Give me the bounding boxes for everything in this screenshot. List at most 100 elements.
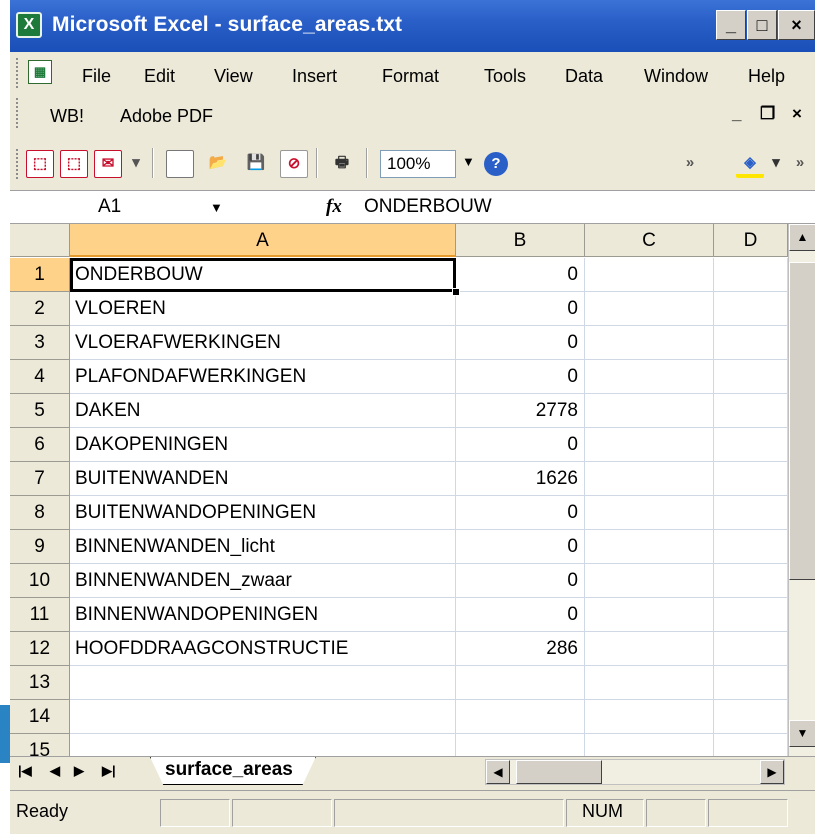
pdf-icon-2[interactable]: ⬚: [60, 150, 88, 178]
row-header[interactable]: 6: [10, 428, 70, 462]
doc-restore-button[interactable]: ❐: [760, 104, 775, 124]
column-header-d[interactable]: D: [714, 224, 788, 257]
save-icon[interactable]: 💾: [242, 150, 270, 178]
workbook-icon[interactable]: ▦: [28, 60, 52, 84]
menu-file[interactable]: File: [82, 66, 111, 87]
cell-d[interactable]: [714, 598, 788, 632]
last-sheet-icon[interactable]: ▶|: [102, 763, 116, 779]
cell-b[interactable]: 0: [456, 326, 585, 360]
row-header[interactable]: 14: [10, 700, 70, 734]
scroll-down-icon[interactable]: ▼: [789, 720, 815, 747]
cell-a[interactable]: BINNENWANDEN_zwaar: [70, 564, 456, 598]
cell-c[interactable]: [585, 462, 714, 496]
cell-d[interactable]: [714, 700, 788, 734]
cell-d[interactable]: [714, 564, 788, 598]
cell-c[interactable]: [585, 394, 714, 428]
doc-minimize-button[interactable]: _: [732, 104, 741, 124]
fill-color-icon[interactable]: ◈: [736, 150, 764, 178]
horizontal-scrollbar[interactable]: ◀ ▶: [485, 759, 785, 785]
toolbar-options-icon[interactable]: ▾: [128, 150, 144, 178]
pdf-mail-icon[interactable]: ✉: [94, 150, 122, 178]
menu-data[interactable]: Data: [565, 66, 603, 87]
cell-c[interactable]: [585, 598, 714, 632]
cell-a[interactable]: HOOFDDRAAGCONSTRUCTIE: [70, 632, 456, 666]
row-header[interactable]: 3: [10, 326, 70, 360]
row-header[interactable]: 12: [10, 632, 70, 666]
cell-a[interactable]: [70, 734, 456, 756]
name-box[interactable]: A1: [10, 191, 220, 223]
worksheet-grid[interactable]: A B C D 1 ONDERBOUW 0 2 VLOEREN 0 3 VLOERAFWERK…: [10, 224, 815, 756]
cell-c[interactable]: [585, 530, 714, 564]
new-icon[interactable]: [166, 150, 194, 178]
cell-d[interactable]: [714, 530, 788, 564]
name-box-dropdown-icon[interactable]: ▼: [210, 192, 223, 224]
cell-c[interactable]: [585, 666, 714, 700]
cell-c[interactable]: [585, 360, 714, 394]
help-icon[interactable]: ?: [484, 152, 508, 176]
scroll-left-icon[interactable]: ◀: [486, 760, 510, 784]
cell-b[interactable]: 0: [456, 428, 585, 462]
cell-b[interactable]: 0: [456, 598, 585, 632]
horizontal-scroll-thumb[interactable]: [516, 760, 602, 784]
cell-c[interactable]: [585, 428, 714, 462]
cell-b[interactable]: 0: [456, 258, 585, 292]
cell-b[interactable]: [456, 734, 585, 756]
row-header[interactable]: 11: [10, 598, 70, 632]
menu-help[interactable]: Help: [748, 66, 785, 87]
doc-close-button[interactable]: ×: [792, 104, 802, 124]
menu-tools[interactable]: Tools: [484, 66, 526, 87]
cell-d[interactable]: [714, 326, 788, 360]
cell-d[interactable]: [714, 258, 788, 292]
row-header[interactable]: 4: [10, 360, 70, 394]
cell-d[interactable]: [714, 360, 788, 394]
column-header-a[interactable]: A: [70, 224, 456, 257]
menu-format[interactable]: Format: [382, 66, 439, 87]
cell-d[interactable]: [714, 292, 788, 326]
sheet-tab-surface-areas[interactable]: surface_areas: [150, 757, 316, 785]
minimize-button[interactable]: _: [716, 10, 746, 40]
column-header-b[interactable]: B: [456, 224, 585, 257]
cell-b[interactable]: 0: [456, 496, 585, 530]
fill-color-dropdown-icon[interactable]: ▾: [768, 150, 784, 178]
cell-a[interactable]: ONDERBOUW: [70, 258, 456, 292]
cell-a[interactable]: VLOERAFWERKINGEN: [70, 326, 456, 360]
cell-a[interactable]: BUITENWANDOPENINGEN: [70, 496, 456, 530]
cell-b[interactable]: 0: [456, 360, 585, 394]
column-header-c[interactable]: C: [585, 224, 714, 257]
cell-c[interactable]: [585, 734, 714, 756]
print-icon[interactable]: 🖶: [328, 150, 356, 178]
cell-a[interactable]: BINNENWANDOPENINGEN: [70, 598, 456, 632]
cell-c[interactable]: [585, 292, 714, 326]
vertical-scroll-thumb[interactable]: [789, 262, 815, 580]
cell-b[interactable]: [456, 666, 585, 700]
row-header[interactable]: 7: [10, 462, 70, 496]
prev-sheet-icon[interactable]: ◀: [50, 763, 60, 779]
cell-c[interactable]: [585, 700, 714, 734]
menu-window[interactable]: Window: [644, 66, 708, 87]
cell-b[interactable]: 286: [456, 632, 585, 666]
first-sheet-icon[interactable]: |◀: [18, 763, 32, 779]
close-button[interactable]: ×: [778, 10, 815, 40]
menu-insert[interactable]: Insert: [292, 66, 337, 87]
cell-a[interactable]: BINNENWANDEN_licht: [70, 530, 456, 564]
excel-app-icon[interactable]: X: [16, 12, 42, 38]
cell-d[interactable]: [714, 632, 788, 666]
scroll-right-icon[interactable]: ▶: [760, 760, 784, 784]
row-header[interactable]: 13: [10, 666, 70, 700]
cell-b[interactable]: 0: [456, 564, 585, 598]
toolbar-grip[interactable]: [16, 149, 20, 179]
cell-c[interactable]: [585, 258, 714, 292]
menu-adobe-pdf[interactable]: Adobe PDF: [120, 106, 213, 127]
row-header[interactable]: 10: [10, 564, 70, 598]
cell-c[interactable]: [585, 326, 714, 360]
row-header[interactable]: 8: [10, 496, 70, 530]
next-sheet-icon[interactable]: ▶: [74, 763, 84, 779]
cell-d[interactable]: [714, 496, 788, 530]
menu-grip[interactable]: [16, 58, 20, 88]
cell-c[interactable]: [585, 496, 714, 530]
row-header[interactable]: 1: [10, 258, 70, 292]
maximize-button[interactable]: □: [747, 10, 777, 40]
cell-c[interactable]: [585, 632, 714, 666]
cell-a[interactable]: DAKOPENINGEN: [70, 428, 456, 462]
cell-c[interactable]: [585, 564, 714, 598]
